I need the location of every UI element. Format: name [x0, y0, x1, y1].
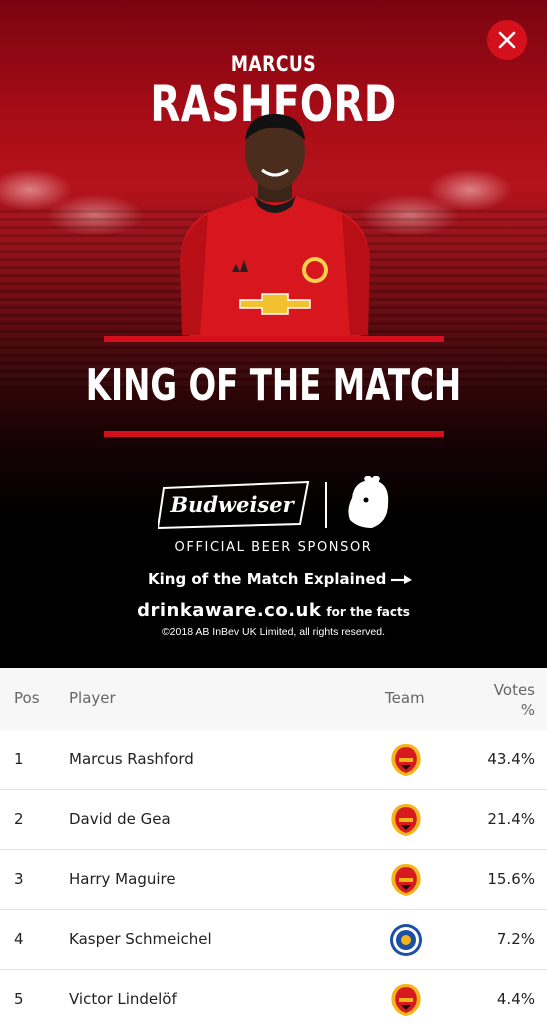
- table-row[interactable]: 5 Victor Lindelöf 4.4%: [0, 970, 547, 1024]
- man-utd-crest-icon: [391, 864, 421, 896]
- row-pos: 1: [14, 750, 24, 768]
- drinkaware-notice[interactable]: drinkaware.co.uk for the facts: [0, 600, 547, 621]
- row-votes: 21.4%: [487, 810, 535, 828]
- row-pos: 4: [14, 930, 24, 948]
- row-player: Victor Lindelöf: [69, 990, 177, 1008]
- header-votes-label: Votes: [493, 681, 535, 699]
- title-divider-bottom: [104, 431, 444, 437]
- drinkaware-domain: drinkaware.co.uk: [137, 600, 322, 621]
- sponsor-caption: OFFICIAL BEER SPONSOR: [174, 540, 373, 555]
- table-row[interactable]: 2 David de Gea 21.4%: [0, 790, 547, 850]
- row-player: Harry Maguire: [69, 870, 176, 888]
- header-team: Team: [385, 689, 425, 707]
- votes-table: Pos Player Team Votes % 1 Marcus Rashfor…: [0, 668, 547, 1024]
- man-utd-crest-icon: [391, 804, 421, 836]
- premier-league-lion-icon: [348, 476, 389, 528]
- man-utd-crest-icon: [391, 744, 421, 776]
- sponsor-logos: Budweiser: [158, 476, 389, 530]
- drinkaware-suffix: for the facts: [326, 605, 410, 619]
- budweiser-wordmark: Budweiser: [169, 492, 295, 517]
- row-votes: 15.6%: [487, 870, 535, 888]
- hero-banner: MARCUS RASHFORD KING OF THE MATCH Budwei…: [0, 0, 547, 668]
- close-icon: [498, 31, 516, 49]
- leicester-crest-icon: [390, 924, 422, 956]
- row-votes: 4.4%: [496, 990, 535, 1008]
- row-player: Kasper Schmeichel: [69, 930, 212, 948]
- header-votes: Votes %: [465, 680, 535, 720]
- award-title: KING OF THE MATCH: [85, 360, 462, 411]
- row-votes: 43.4%: [487, 750, 535, 768]
- logo-divider: [325, 482, 327, 528]
- table-row[interactable]: 1 Marcus Rashford 43.4%: [0, 730, 547, 790]
- header-votes-unit: %: [520, 701, 535, 719]
- explained-link-label: King of the Match Explained: [148, 570, 387, 588]
- row-pos: 5: [14, 990, 24, 1008]
- man-utd-crest-icon: [391, 984, 421, 1016]
- table-header: Pos Player Team Votes %: [0, 668, 547, 730]
- header-player: Player: [69, 689, 116, 707]
- row-votes: 7.2%: [496, 930, 535, 948]
- row-player: David de Gea: [69, 810, 171, 828]
- table-row[interactable]: 4 Kasper Schmeichel 7.2%: [0, 910, 547, 970]
- explained-link[interactable]: King of the Match Explained: [148, 570, 414, 588]
- arrow-right-icon: [391, 575, 413, 584]
- title-divider-top: [104, 336, 444, 342]
- player-first-name: MARCUS: [230, 52, 317, 76]
- player-photo: [180, 114, 370, 342]
- row-pos: 2: [14, 810, 24, 828]
- row-pos: 3: [14, 870, 24, 888]
- row-player: Marcus Rashford: [69, 750, 194, 768]
- budweiser-logo: Budweiser: [158, 480, 310, 530]
- table-row[interactable]: 3 Harry Maguire 15.6%: [0, 850, 547, 910]
- copyright-text: ©2018 AB InBev UK Limited, all rights re…: [161, 626, 386, 638]
- header-pos: Pos: [14, 689, 40, 707]
